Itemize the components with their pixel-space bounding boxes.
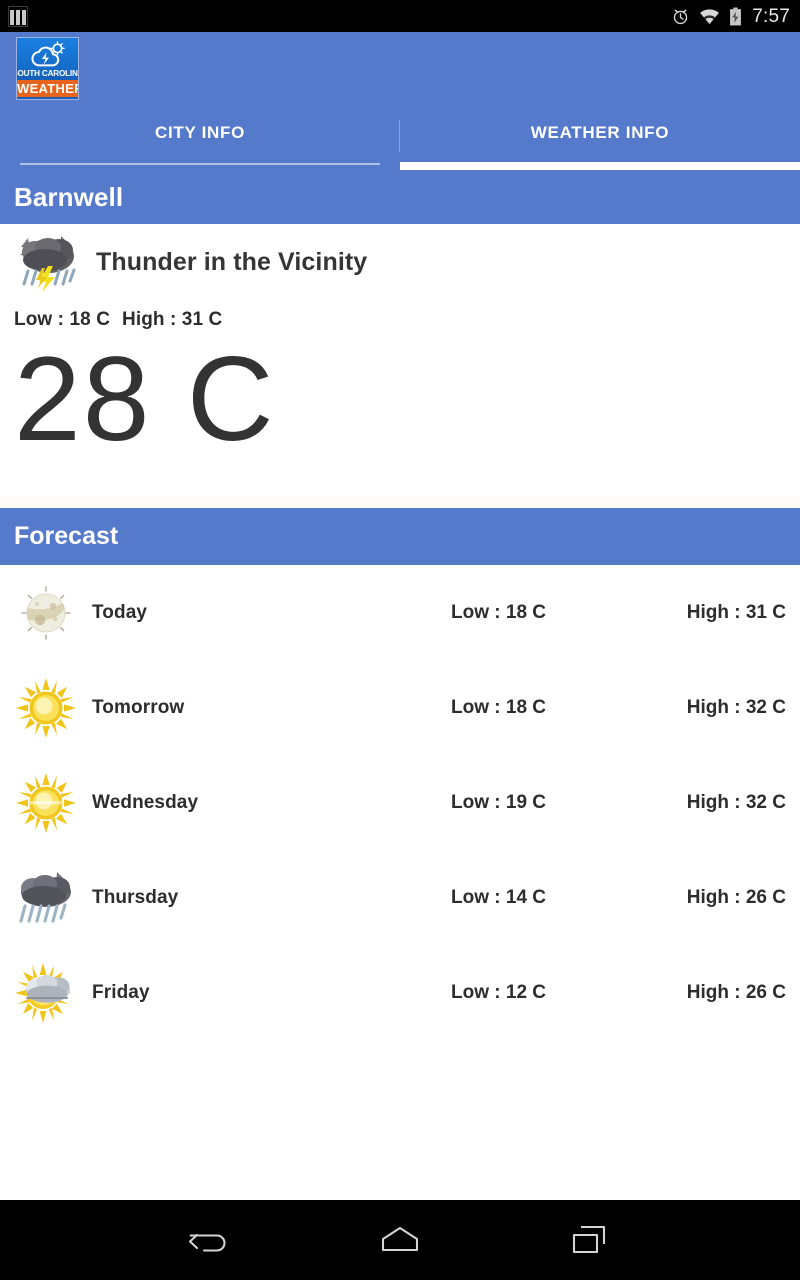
forecast-day: Friday (92, 981, 150, 1003)
tab-weather-info-indicator (400, 162, 800, 170)
tab-city-info-indicator (20, 163, 380, 165)
current-temperature: 28 C (14, 332, 276, 466)
status-bar: 7:57 (0, 0, 800, 32)
current-low-high: Low : 18 C High : 31 C (14, 309, 786, 331)
forecast-day: Tomorrow (92, 696, 185, 718)
app-screen: 7:57 SOUTH CAROLINA WEATHER CITY INFO (0, 0, 800, 1280)
current-weather-section: Thunder in the Vicinity Low : 18 C High :… (0, 224, 800, 496)
forecast-high: High : 26 C (686, 886, 786, 908)
forecast-header: Forecast (0, 508, 800, 565)
app-logo: SOUTH CAROLINA WEATHER (16, 36, 79, 100)
forecast-day: Today (92, 601, 148, 623)
table-row[interactable]: Friday Low : 12 C High : 26 C (0, 945, 800, 1040)
forecast-high: High : 31 C (686, 601, 786, 623)
city-name: Barnwell (14, 182, 124, 212)
table-row[interactable]: Today Low : 18 C High : 31 C (0, 565, 800, 660)
current-low: Low : 18 C (14, 309, 111, 330)
sun-behind-cloud-icon (14, 961, 78, 1025)
table-row[interactable]: Tomorrow Low : 18 C High : 32 C (0, 660, 800, 755)
home-icon[interactable] (365, 1210, 435, 1270)
forecast-list: Today Low : 18 C High : 31 C Tomorrow Lo… (0, 565, 800, 1200)
battery-charging-icon (730, 7, 742, 25)
city-header: Barnwell (0, 170, 800, 224)
sim-card-icon (8, 5, 28, 27)
logo-subtitle: SOUTH CAROLINA (17, 68, 79, 78)
table-row[interactable]: Wednesday Low : 19 C High : 32 C (0, 755, 800, 850)
table-row[interactable]: Thursday Low : 14 C High : 26 C (0, 850, 800, 945)
tab-bar: CITY INFO WEATHER INFO (0, 104, 800, 170)
status-bar-clock: 7:57 (752, 5, 790, 27)
current-condition-row: Thunder in the Vicinity (14, 224, 786, 292)
current-high: High : 31 C (122, 309, 223, 330)
sun-icon (14, 676, 78, 740)
forecast-day: Thursday (92, 886, 179, 908)
status-bar-right: 7:57 (671, 7, 790, 26)
forecast-low: Low : 18 C (451, 696, 547, 718)
section-divider (0, 496, 800, 508)
forecast-high: High : 26 C (686, 981, 786, 1003)
app-bar: SOUTH CAROLINA WEATHER (0, 32, 800, 104)
tab-city-info-label: CITY INFO (154, 123, 246, 142)
status-bar-left (8, 5, 28, 27)
thunderstorm-icon (14, 229, 86, 295)
sun-icon (14, 771, 78, 835)
forecast-low: Low : 14 C (451, 886, 547, 908)
current-condition-text: Thunder in the Vicinity (96, 247, 368, 276)
forecast-day: Wednesday (92, 791, 199, 813)
forecast-low: Low : 18 C (451, 601, 547, 623)
forecast-high: High : 32 C (686, 791, 786, 813)
forecast-title: Forecast (14, 522, 119, 550)
forecast-high: High : 32 C (686, 696, 786, 718)
rain-cloud-icon (14, 866, 78, 930)
wifi-icon (700, 8, 720, 24)
back-arrow-icon[interactable] (175, 1210, 245, 1270)
alarm-clock-icon (674, 9, 688, 24)
android-nav-bar (0, 1200, 800, 1280)
tab-weather-info-label: WEATHER INFO (530, 123, 670, 142)
tab-city-info[interactable]: CITY INFO (0, 104, 400, 170)
recent-apps-icon[interactable] (555, 1210, 625, 1270)
forecast-low: Low : 12 C (451, 981, 547, 1003)
tab-weather-info[interactable]: WEATHER INFO (400, 104, 800, 170)
forecast-low: Low : 19 C (451, 791, 547, 813)
full-moon-icon (14, 581, 78, 645)
logo-title: WEATHER (17, 79, 79, 97)
cloud-lightning-icon (17, 38, 78, 69)
